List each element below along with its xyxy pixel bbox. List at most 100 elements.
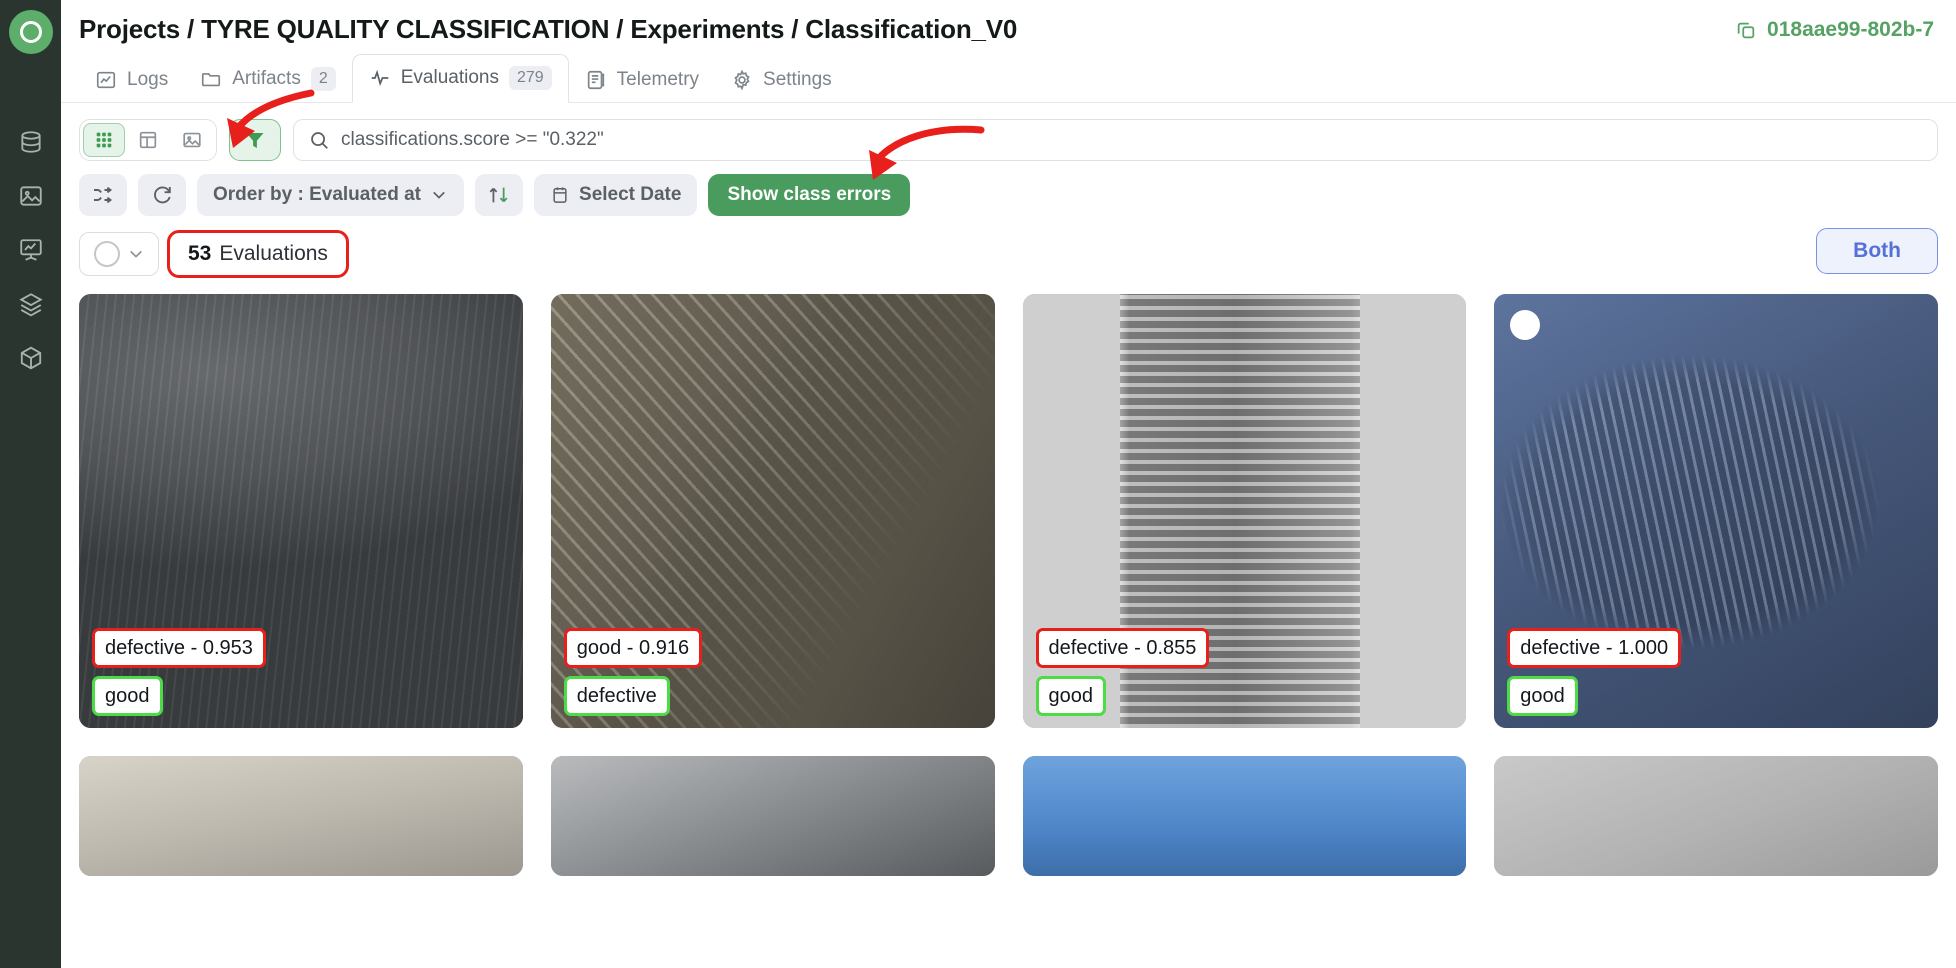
main-content: Projects / TYRE QUALITY CLASSIFICATION /…	[61, 0, 1956, 968]
ground-truth-badge: defective	[563, 676, 670, 716]
ground-truth-badge: good	[92, 676, 163, 716]
evaluation-image	[1022, 756, 1467, 876]
sort-toolbar: Order by : Evaluated at Select Date Show…	[61, 161, 1956, 216]
app-logo[interactable]	[8, 10, 53, 54]
sidebar-item-images[interactable]	[11, 176, 51, 216]
evaluation-card[interactable]	[79, 756, 523, 876]
evaluation-card[interactable]	[550, 756, 995, 876]
image-icon	[19, 186, 42, 206]
tab-label: Telemetry	[616, 69, 700, 90]
layers-icon	[18, 293, 43, 317]
evaluation-grid: defective - 0.953 good good - 0.916 defe…	[61, 278, 1956, 876]
select-date-label: Select Date	[579, 184, 682, 205]
image-view-button[interactable]	[171, 123, 213, 157]
tab-bar: Logs Artifacts 2 Evaluations 279 Telemet…	[61, 53, 1956, 103]
cube-icon	[20, 346, 41, 370]
chevron-down-icon	[129, 250, 142, 258]
copy-icon	[1737, 22, 1755, 38]
card-badges: defective - 0.953 good	[92, 628, 266, 716]
both-toggle-label: Both	[1853, 239, 1901, 262]
folder-icon	[202, 73, 221, 87]
evaluation-card[interactable]: defective - 0.953 good	[79, 294, 523, 728]
activity-icon	[371, 69, 388, 87]
card-badges: good - 0.916 defective	[563, 628, 703, 716]
card-badges: defective - 1.000 good	[1507, 628, 1682, 716]
show-class-errors-label: Show class errors	[727, 184, 892, 205]
sidebar-item-models[interactable]	[11, 338, 51, 378]
search-input[interactable]: classifications.score >= "0.322"	[293, 119, 1938, 161]
tab-badge: 279	[508, 66, 552, 90]
sort-direction-button[interactable]	[475, 174, 524, 216]
chevron-down-icon	[433, 191, 445, 199]
sidebar-item-layers[interactable]	[11, 284, 51, 324]
tab-label: Evaluations	[400, 67, 499, 88]
evaluation-card[interactable]	[1022, 756, 1467, 876]
show-class-errors-button[interactable]: Show class errors	[708, 174, 911, 216]
evaluation-card[interactable]: defective - 1.000 good	[1494, 294, 1938, 728]
card-badges: defective - 0.855 good	[1035, 628, 1210, 716]
select-date-button[interactable]: Select Date	[534, 174, 698, 216]
ground-truth-badge: good	[1507, 676, 1578, 716]
sidebar-item-experiments[interactable]	[11, 230, 51, 270]
view-toolbar: classifications.score >= "0.322"	[61, 103, 1956, 161]
evaluations-count-number: 53	[188, 242, 212, 265]
grid-icon	[96, 132, 112, 148]
evaluation-image	[79, 756, 523, 876]
view-mode-group	[79, 119, 217, 161]
tab-artifacts[interactable]: Artifacts 2	[184, 56, 352, 103]
evaluation-card[interactable]	[1494, 756, 1938, 876]
table-icon	[139, 131, 157, 149]
order-by-dropdown[interactable]: Order by : Evaluated at	[197, 174, 465, 216]
table-view-button[interactable]	[127, 123, 169, 157]
evaluations-count-label: Evaluations	[219, 242, 328, 265]
shuffle-icon	[94, 186, 113, 204]
line-chart-icon	[96, 71, 116, 89]
tab-settings[interactable]: Settings	[715, 58, 848, 103]
shuffle-button[interactable]	[79, 174, 127, 216]
order-by-label: Order by : Evaluated at	[213, 184, 422, 205]
evaluations-count: 53 Evaluations	[167, 230, 349, 278]
evaluation-card[interactable]: good - 0.916 defective	[550, 294, 995, 728]
tab-evaluations[interactable]: Evaluations 279	[351, 54, 569, 103]
search-value: classifications.score >= "0.322"	[341, 129, 604, 150]
refresh-icon	[154, 186, 171, 204]
funnel-icon	[246, 133, 264, 148]
both-toggle-button[interactable]: Both	[1816, 228, 1938, 274]
evaluation-image	[550, 756, 995, 876]
grid-view-button[interactable]	[83, 123, 125, 157]
prediction-badge: defective - 1.000	[1507, 628, 1682, 668]
tab-logs[interactable]: Logs	[79, 58, 184, 103]
prediction-badge: defective - 0.953	[92, 628, 266, 668]
run-id[interactable]: 018aae99-802b-7	[1735, 18, 1938, 42]
tab-label: Artifacts	[232, 68, 301, 89]
sidebar-item-datasets[interactable]	[11, 122, 51, 162]
filter-button[interactable]	[229, 119, 281, 161]
search-icon	[311, 132, 328, 149]
gear-icon	[734, 69, 750, 91]
app-root: Projects / TYRE QUALITY CLASSIFICATION /…	[0, 0, 1956, 968]
chart-board-icon	[19, 239, 42, 261]
refresh-button[interactable]	[138, 174, 186, 216]
breadcrumb: Projects / TYRE QUALITY CLASSIFICATION /…	[79, 14, 1018, 44]
circle-icon	[93, 241, 120, 267]
tab-label: Logs	[127, 69, 169, 90]
tab-telemetry[interactable]: Telemetry	[569, 58, 715, 103]
left-rail	[0, 0, 61, 968]
sort-arrows-icon	[489, 187, 508, 203]
database-icon	[20, 131, 41, 153]
results-bar: 53 Evaluations Both	[61, 216, 1956, 278]
tab-label: Settings	[763, 69, 832, 90]
tab-badge: 2	[310, 67, 336, 91]
calendar-icon	[553, 187, 567, 203]
ground-truth-badge: good	[1035, 676, 1106, 716]
page-header: Projects / TYRE QUALITY CLASSIFICATION /…	[61, 0, 1956, 53]
selection-dropdown[interactable]	[79, 232, 159, 276]
evaluation-image	[1494, 756, 1938, 876]
image-icon	[183, 132, 201, 148]
run-id-text: 018aae99-802b-7	[1767, 17, 1934, 41]
telemetry-icon	[587, 70, 604, 90]
logo-ring-icon	[19, 21, 42, 43]
prediction-badge: defective - 0.855	[1035, 628, 1210, 668]
evaluation-card[interactable]: defective - 0.855 good	[1022, 294, 1467, 728]
prediction-badge: good - 0.916	[563, 628, 703, 668]
